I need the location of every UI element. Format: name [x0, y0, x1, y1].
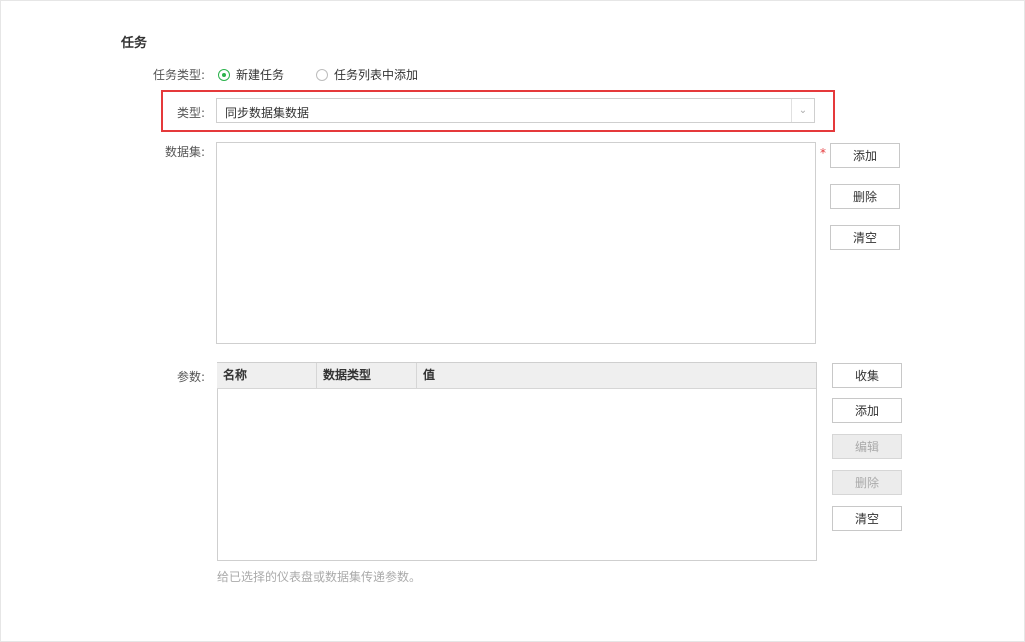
column-header-name[interactable]: 名称	[217, 363, 317, 388]
column-header-data-type[interactable]: 数据类型	[317, 363, 417, 388]
dataset-clear-button[interactable]: 清空	[830, 225, 900, 250]
radio-add-from-list[interactable]: 任务列表中添加	[316, 66, 418, 83]
dataset-add-button[interactable]: 添加	[830, 143, 900, 168]
params-table-header: 名称 数据类型 值	[217, 363, 816, 389]
task-type-label: 任务类型:	[152, 68, 205, 82]
radio-add-from-list-label: 任务列表中添加	[334, 68, 419, 82]
params-clear-button[interactable]: 清空	[832, 506, 902, 531]
params-add-button[interactable]: 添加	[832, 398, 902, 423]
params-delete-button[interactable]: 删除	[832, 470, 902, 495]
radio-checked-icon	[218, 68, 230, 81]
column-header-value[interactable]: 值	[417, 363, 816, 388]
params-table[interactable]	[217, 362, 817, 561]
type-select-value: 同步数据集数据	[225, 106, 310, 120]
radio-new-task[interactable]: 新建任务	[218, 66, 284, 83]
radio-new-task-label: 新建任务	[236, 68, 285, 82]
params-hint: 给已选择的仪表盘或数据集传递参数。	[217, 570, 422, 584]
radio-unchecked-icon	[316, 68, 328, 81]
params-collect-button[interactable]: 收集	[832, 363, 902, 388]
params-label: 参数:	[176, 370, 205, 384]
dataset-label: 数据集:	[164, 145, 205, 159]
required-mark: *	[820, 146, 826, 160]
dataset-delete-button[interactable]: 删除	[830, 184, 900, 209]
type-select[interactable]: 同步数据集数据 ⌄	[216, 98, 815, 123]
params-edit-button[interactable]: 编辑	[832, 434, 902, 459]
section-title: 任务	[121, 36, 148, 51]
type-label: 类型:	[176, 106, 205, 120]
dataset-list[interactable]	[216, 142, 816, 344]
chevron-down-icon[interactable]: ⌄	[791, 99, 814, 122]
